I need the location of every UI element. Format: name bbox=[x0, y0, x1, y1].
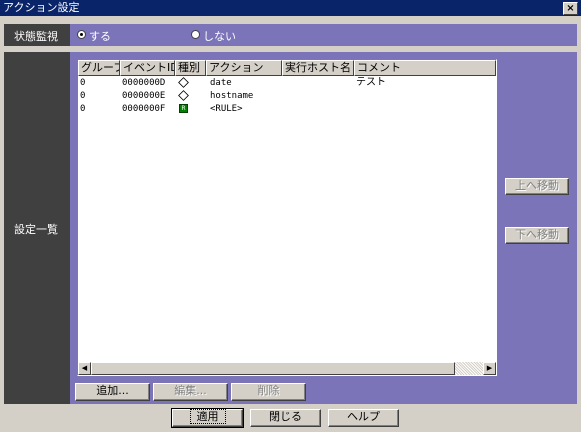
title-bar bbox=[0, 0, 581, 16]
column-header-host[interactable]: 実行ホスト名 bbox=[282, 60, 354, 76]
scroll-right-icon[interactable]: ▶ bbox=[483, 362, 496, 375]
cell-group: 0 bbox=[80, 104, 86, 114]
rule-icon: R bbox=[179, 104, 188, 113]
horizontal-scrollbar[interactable]: ◀ ▶ bbox=[78, 362, 496, 375]
radio-off-icon[interactable] bbox=[191, 30, 200, 39]
cell-action: date bbox=[210, 78, 232, 88]
scrollbar-thumb[interactable] bbox=[91, 362, 455, 375]
cell-event-id: 0000000D bbox=[122, 78, 166, 88]
settings-list-label: 設定一覧 bbox=[14, 223, 58, 236]
table-header: グループ イベントID 種別 アクション 実行ホスト名 コメント bbox=[78, 60, 496, 76]
radio-label-on[interactable]: する bbox=[89, 28, 111, 44]
apply-button-label: 適用 bbox=[189, 409, 226, 424]
cell-event-id: 0000000E bbox=[122, 91, 166, 101]
command-icon bbox=[178, 77, 189, 88]
cell-event-id: 0000000F bbox=[122, 104, 166, 114]
scrollbar-track[interactable] bbox=[455, 362, 483, 375]
radio-on-icon[interactable] bbox=[77, 30, 86, 39]
column-header-comment[interactable]: コメント bbox=[354, 60, 496, 76]
delete-button[interactable]: 削除 bbox=[231, 383, 306, 401]
close-dialog-button[interactable]: 閉じる bbox=[250, 409, 321, 427]
add-button[interactable]: 追加... bbox=[75, 383, 150, 401]
table-row[interactable]: 0 0000000E hostname bbox=[78, 90, 496, 102]
scroll-left-icon[interactable]: ◀ bbox=[78, 362, 91, 375]
table-row[interactable]: 0 0000000D date テスト bbox=[78, 77, 496, 89]
column-header-action[interactable]: アクション bbox=[206, 60, 282, 76]
column-header-event-id[interactable]: イベントID bbox=[120, 60, 175, 76]
help-button[interactable]: ヘルプ bbox=[328, 409, 399, 427]
apply-button[interactable]: 適用 bbox=[171, 408, 244, 428]
cell-comment: テスト bbox=[356, 77, 386, 88]
move-down-button[interactable]: 下へ移動 bbox=[505, 227, 569, 244]
cell-action: hostname bbox=[210, 91, 254, 101]
close-button[interactable]: × bbox=[563, 2, 578, 15]
command-icon bbox=[178, 90, 189, 101]
status-monitoring-panel bbox=[70, 24, 577, 46]
table-row[interactable]: 0 0000000F R <RULE> bbox=[78, 103, 496, 115]
status-monitoring-label: 状態監視 bbox=[14, 30, 58, 43]
cell-action: <RULE> bbox=[210, 104, 243, 114]
column-header-type[interactable]: 種別 bbox=[175, 60, 206, 76]
window-title: アクション設定 bbox=[3, 1, 80, 14]
edit-button[interactable]: 編集... bbox=[153, 383, 228, 401]
column-header-group[interactable]: グループ bbox=[78, 60, 120, 76]
radio-label-off[interactable]: しない bbox=[203, 28, 236, 44]
cell-group: 0 bbox=[80, 78, 86, 88]
move-up-button[interactable]: 上へ移動 bbox=[505, 178, 569, 195]
cell-group: 0 bbox=[80, 91, 86, 101]
